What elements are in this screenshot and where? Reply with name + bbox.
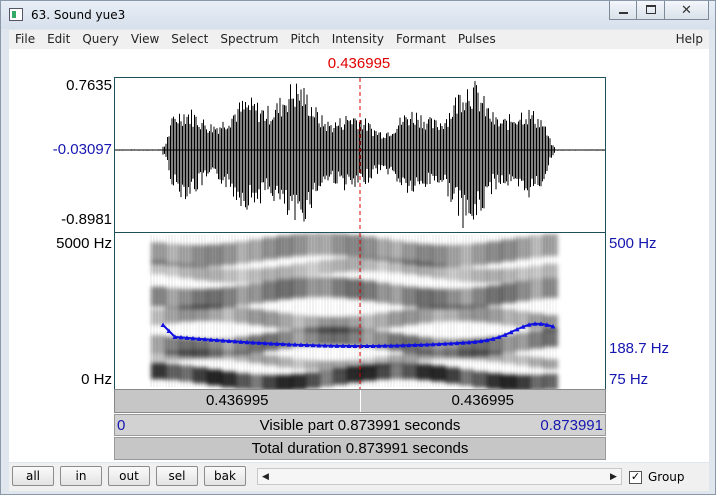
menu-query[interactable]: Query (76, 30, 124, 49)
window-title: 63. Sound yue3 (31, 8, 126, 22)
menu-view[interactable]: View (125, 30, 165, 49)
scroll-left-icon[interactable]: ◀ (258, 469, 273, 484)
pitch-top-label: 500 Hz (609, 235, 657, 252)
close-icon: ✕ (681, 2, 692, 17)
praat-sound-window: 63. Sound yue3 ✕ File Edit Query View Se… (0, 0, 716, 495)
menu-file[interactable]: File (9, 30, 41, 49)
minimize-button[interactable] (609, 1, 637, 20)
horizontal-scrollbar[interactable]: ◀ ▶ (257, 468, 622, 485)
maximize-icon (646, 5, 656, 14)
menu-pitch[interactable]: Pitch (284, 30, 325, 49)
scroll-right-icon[interactable]: ▶ (606, 469, 621, 484)
cursor-time-bar[interactable]: 0.436995 0.436995 (114, 389, 606, 413)
menu-help[interactable]: Help (670, 30, 709, 49)
group-checkbox[interactable]: ✓ (629, 470, 642, 484)
spectrogram-top-frequency-label: 5000 Hz (56, 235, 112, 252)
spectrogram-plot (150, 233, 558, 389)
all-button[interactable]: all (12, 466, 54, 486)
total-duration-bar[interactable]: Total duration 0.873991 seconds (114, 437, 606, 460)
waveform-plot (115, 78, 605, 232)
zoom-in-button[interactable]: in (60, 466, 102, 486)
maximize-button[interactable] (637, 1, 665, 20)
minimize-icon (619, 12, 628, 14)
group-label: Group (648, 470, 685, 484)
editor-canvas[interactable]: 0.436995 0.7635 -0.03097 -0.8981 5000 Hz… (9, 49, 709, 462)
time-after-cursor[interactable]: 0.436995 (359, 390, 606, 412)
spectrogram-bottom-frequency-label: 0 Hz (81, 371, 112, 388)
group-toggle[interactable]: ✓ Group (629, 469, 685, 485)
visible-part-text: Visible part 0.873991 seconds (259, 417, 461, 434)
pitch-current-label: 188.7 Hz (609, 340, 670, 357)
menu-spectrum[interactable]: Spectrum (214, 30, 284, 49)
bottom-toolbar: all in out sel bak ◀ ▶ ✓ Group (9, 463, 709, 491)
visible-end-time: 0.873991 (540, 417, 603, 434)
spectrogram-panel[interactable] (114, 233, 606, 389)
waveform-cursor-value-label: -0.03097 (52, 141, 112, 158)
menu-bar: File Edit Query View Select Spectrum Pit… (9, 30, 709, 49)
menu-edit[interactable]: Edit (41, 30, 76, 49)
menu-select[interactable]: Select (165, 30, 214, 49)
menu-pulses[interactable]: Pulses (452, 30, 502, 49)
pitch-bottom-label: 75 Hz (609, 371, 649, 388)
window-controls: ✕ (609, 1, 709, 21)
zoom-back-button[interactable]: bak (204, 466, 246, 486)
praat-app-icon (9, 8, 23, 21)
time-before-cursor[interactable]: 0.436995 (115, 390, 360, 412)
waveform-panel[interactable] (114, 77, 606, 233)
zoom-out-button[interactable]: out (108, 466, 150, 486)
waveform-max-label: 0.7635 (66, 77, 112, 94)
waveform-min-label: -0.8981 (61, 211, 112, 228)
menu-intensity[interactable]: Intensity (326, 30, 390, 49)
visible-part-bar[interactable]: 0 Visible part 0.873991 seconds 0.873991 (114, 414, 606, 436)
close-button[interactable]: ✕ (665, 1, 709, 20)
menu-formant[interactable]: Formant (390, 30, 452, 49)
cursor-time-label: 0.436995 (327, 55, 391, 72)
zoom-selection-button[interactable]: sel (156, 466, 198, 486)
title-bar[interactable]: 63. Sound yue3 ✕ (1, 1, 715, 29)
